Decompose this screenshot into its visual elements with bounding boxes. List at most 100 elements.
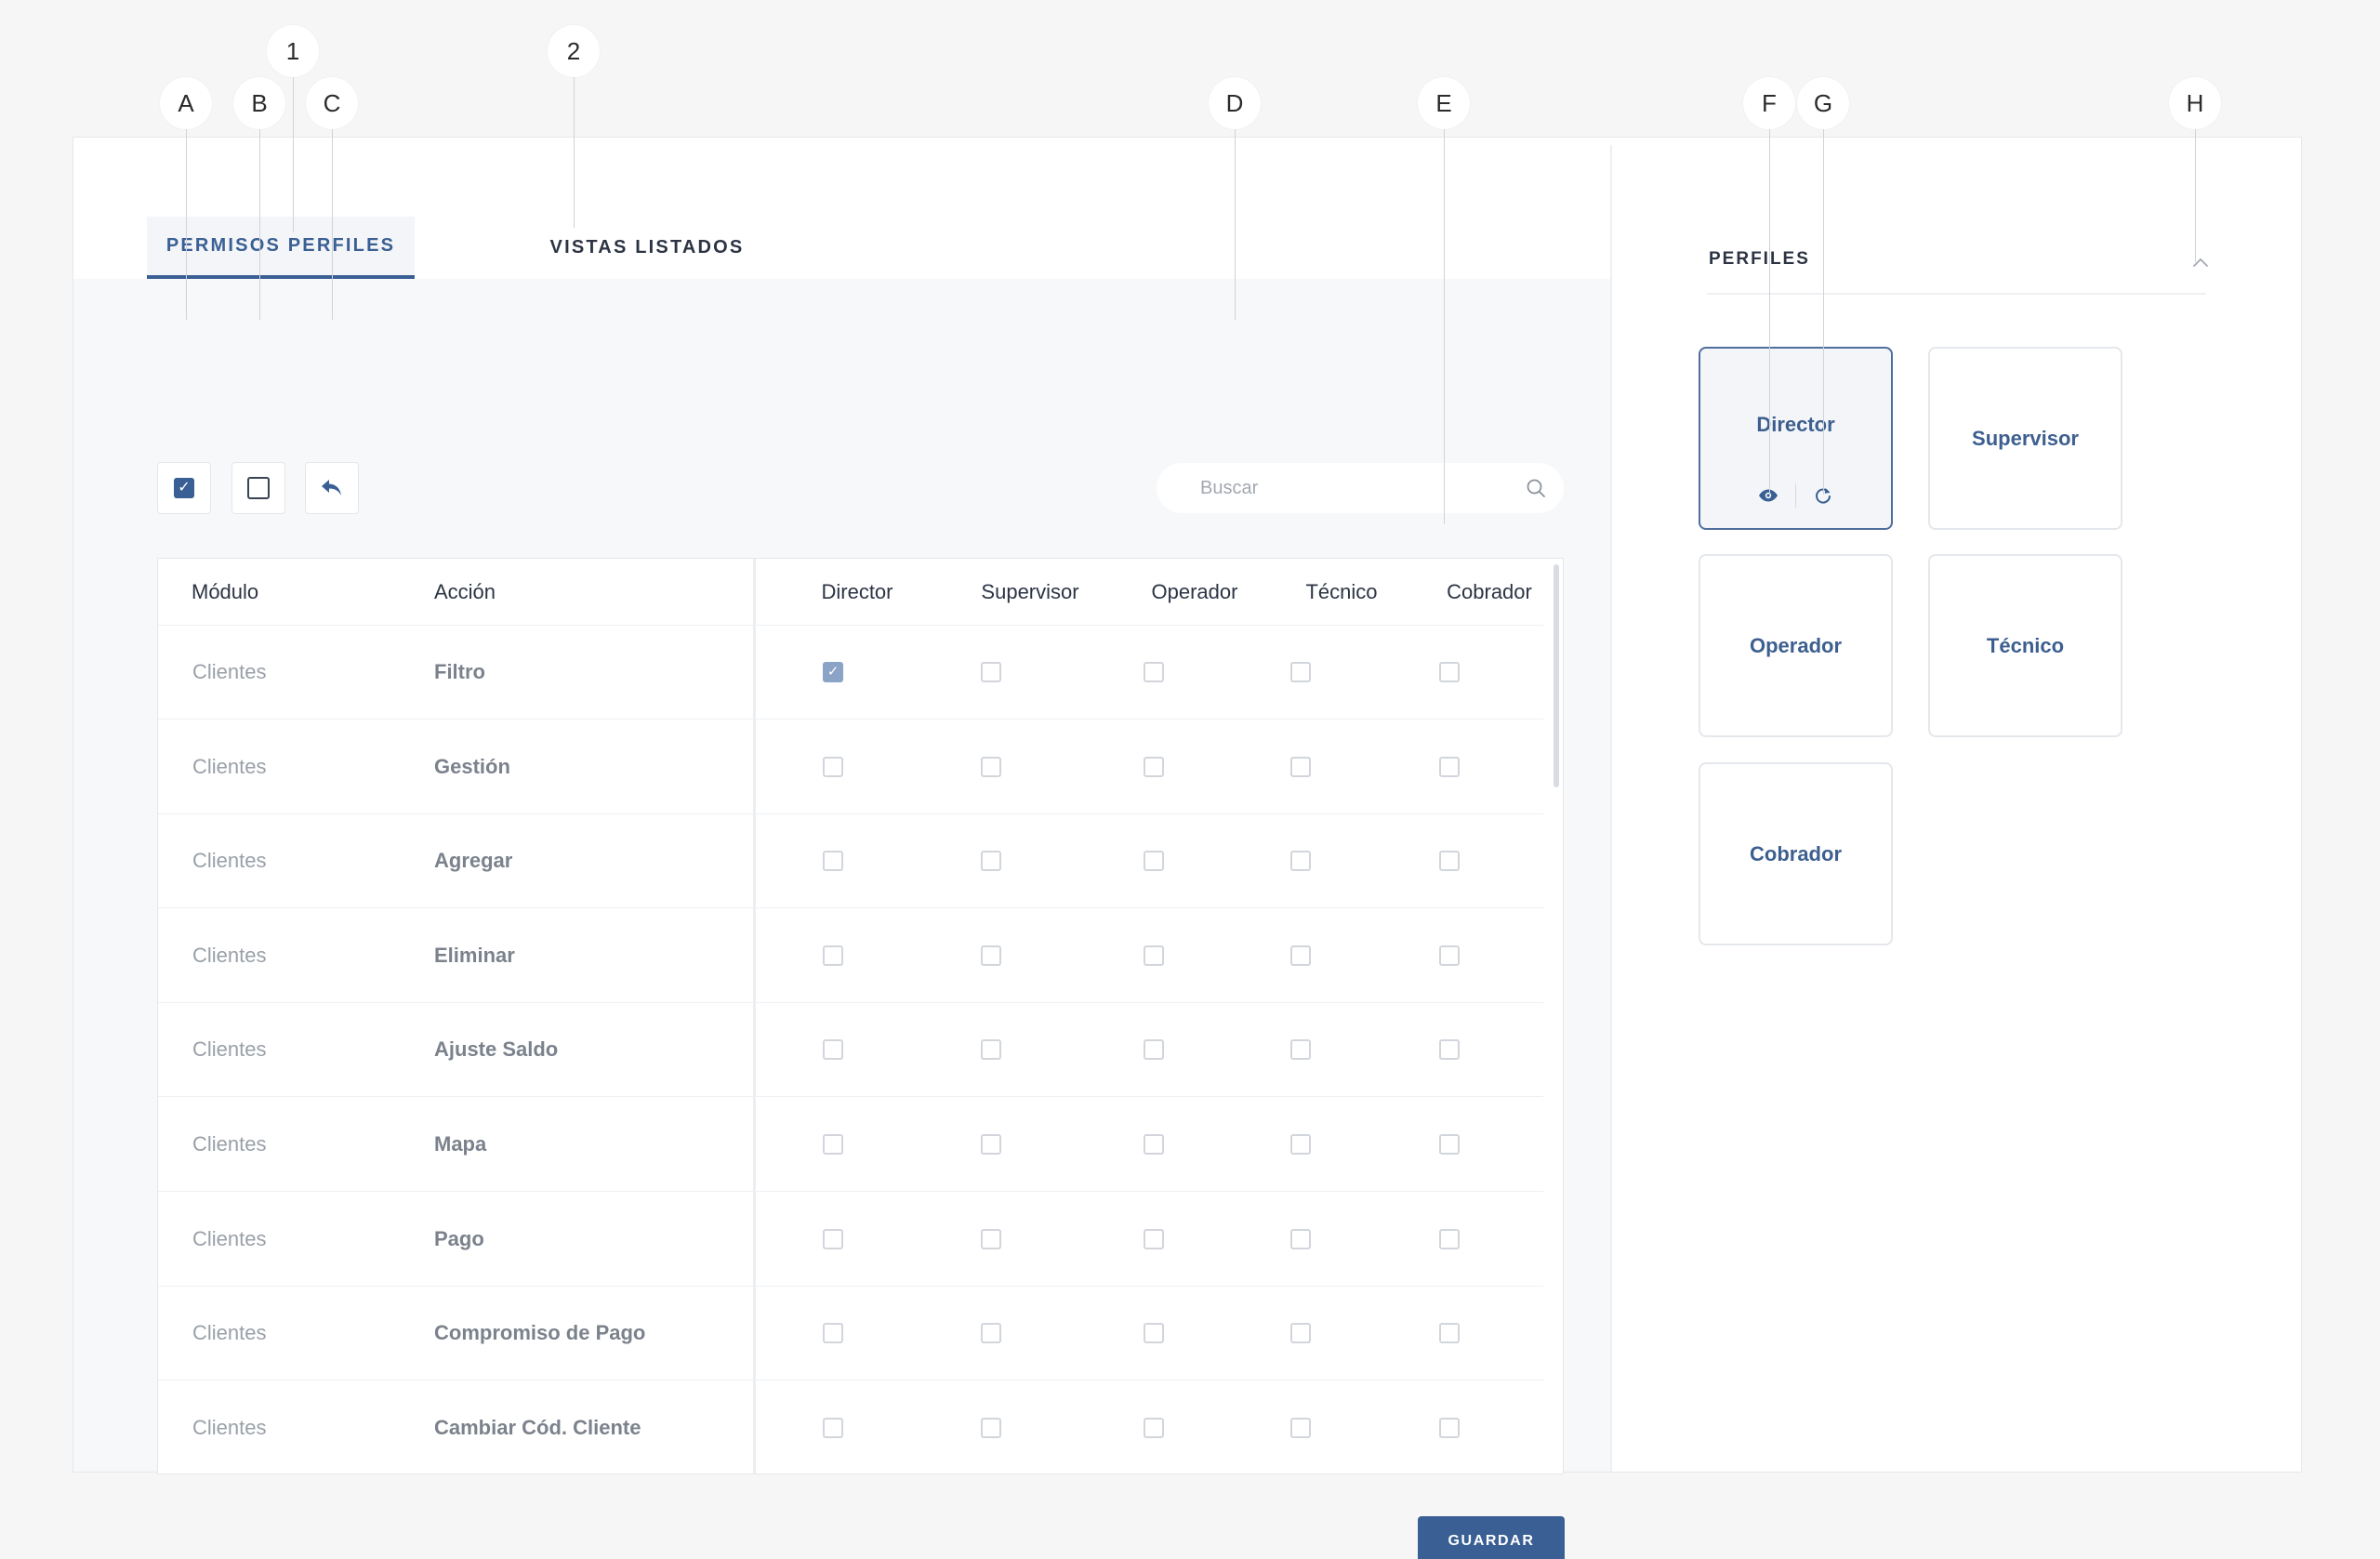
permission-checkbox[interactable] (823, 1228, 843, 1249)
permission-checkbox[interactable] (823, 945, 843, 966)
profile-card-tecnico[interactable]: Técnico (1928, 554, 2122, 737)
module-cell: Clientes (192, 943, 267, 967)
callout-line-1 (293, 77, 294, 232)
permission-checkbox[interactable] (1144, 1134, 1164, 1155)
module-cell: Clientes (192, 1132, 267, 1156)
permission-checkbox[interactable] (981, 1323, 1001, 1344)
permission-checkbox[interactable] (1290, 1134, 1311, 1155)
search-input[interactable] (1200, 477, 1525, 499)
profiles-title: PERFILES (1709, 249, 1810, 269)
permission-cell-supervisor (972, 626, 1010, 719)
callout-c: C (306, 77, 358, 129)
permission-checkbox[interactable] (823, 1323, 843, 1344)
profile-card-operador[interactable]: Operador (1699, 554, 1893, 737)
callout-line-h (2195, 129, 2196, 262)
eye-icon[interactable] (1751, 482, 1786, 509)
permission-checkbox[interactable] (981, 1418, 1001, 1439)
table-scrollbar[interactable] (1552, 564, 1561, 1468)
permission-checkbox[interactable] (981, 662, 1001, 682)
permission-cell-director: ✓ (814, 626, 852, 719)
select-all-button[interactable]: ✓ (157, 462, 211, 514)
permission-cell-operador (1135, 626, 1172, 719)
permission-checkbox[interactable]: ✓ (823, 662, 843, 682)
tab-vistas-listados[interactable]: VISTAS LISTADOS (491, 217, 803, 279)
profile-card-supervisor[interactable]: Supervisor (1928, 347, 2122, 530)
callout-line-g (1823, 129, 1824, 495)
permission-cell-tecnico (1282, 720, 1319, 813)
permission-checkbox[interactable] (1144, 1323, 1164, 1344)
search-icon[interactable] (1525, 477, 1547, 499)
save-button[interactable]: GUARDAR (1418, 1516, 1565, 1559)
profiles-divider (1707, 293, 2206, 295)
chevron-up-icon[interactable] (2188, 250, 2213, 274)
permission-checkbox[interactable] (981, 1039, 1001, 1061)
permission-checkbox[interactable] (1439, 662, 1460, 682)
table-row: Clientes Cambiar Cód. Cliente (158, 1381, 1543, 1473)
pane-divider (1610, 145, 1612, 1472)
callout-a: A (160, 77, 212, 129)
permission-checkbox[interactable] (1439, 851, 1460, 872)
permission-checkbox[interactable] (1144, 1228, 1164, 1249)
permission-checkbox[interactable] (1290, 851, 1311, 872)
undo-button[interactable] (305, 462, 359, 514)
permission-cell-operador (1135, 814, 1172, 907)
module-cell: Clientes (192, 1416, 267, 1440)
permission-checkbox[interactable] (1290, 756, 1311, 777)
permission-checkbox[interactable] (1290, 1323, 1311, 1344)
permission-checkbox[interactable] (981, 756, 1001, 777)
permission-checkbox[interactable] (1144, 1039, 1164, 1061)
permission-checkbox[interactable] (1290, 662, 1311, 682)
profile-name: Supervisor (1972, 426, 2079, 450)
permission-checkbox[interactable] (1439, 756, 1460, 777)
permission-cell-tecnico (1282, 1193, 1319, 1286)
permission-cell-tecnico (1282, 626, 1319, 719)
permission-checkbox[interactable] (1439, 1134, 1460, 1155)
permission-checkbox[interactable] (823, 1418, 843, 1439)
scrollbar-thumb[interactable] (1554, 564, 1559, 787)
permission-cell-director (814, 1003, 852, 1096)
permission-checkbox[interactable] (1144, 1418, 1164, 1439)
profile-card-director[interactable]: Director (1699, 347, 1893, 530)
permission-checkbox[interactable] (823, 1134, 843, 1155)
header-supervisor: Supervisor (981, 580, 1079, 603)
permission-cell-director (814, 1287, 852, 1380)
table-row: Clientes Compromiso de Pago (158, 1287, 1543, 1381)
permission-cell-operador (1135, 1381, 1172, 1473)
permission-checkbox[interactable] (1439, 1039, 1460, 1061)
profile-card-cobrador[interactable]: Cobrador (1699, 762, 1893, 945)
permission-cell-cobrador (1431, 1287, 1468, 1380)
permission-checkbox[interactable] (1290, 1418, 1311, 1439)
permission-checkbox[interactable] (1144, 756, 1164, 777)
permission-cell-tecnico (1282, 1098, 1319, 1191)
permission-checkbox[interactable] (1144, 851, 1164, 872)
permission-checkbox[interactable] (1439, 1323, 1460, 1344)
permission-cell-tecnico (1282, 1003, 1319, 1096)
deselect-all-button[interactable] (231, 462, 285, 514)
permission-checkbox[interactable] (981, 945, 1001, 966)
permission-cell-supervisor (972, 909, 1010, 1002)
permission-checkbox[interactable] (1439, 1228, 1460, 1249)
permission-checkbox[interactable] (1290, 945, 1311, 966)
permission-checkbox[interactable] (1439, 1418, 1460, 1439)
permission-checkbox[interactable] (981, 851, 1001, 872)
permission-cell-supervisor (972, 1098, 1010, 1191)
permission-checkbox[interactable] (1439, 945, 1460, 966)
permission-cell-operador (1135, 720, 1172, 813)
tab-permisos-perfiles[interactable]: PERMISOS PERFILES (147, 217, 415, 279)
callout-1: 1 (267, 25, 319, 77)
permission-checkbox[interactable] (1290, 1228, 1311, 1249)
permission-checkbox[interactable] (1290, 1039, 1311, 1061)
permission-cell-supervisor (972, 1381, 1010, 1473)
permission-checkbox[interactable] (823, 851, 843, 872)
permission-checkbox[interactable] (981, 1134, 1001, 1155)
permission-checkbox[interactable] (981, 1228, 1001, 1249)
table-header: Módulo Acción Director Supervisor Operad… (158, 559, 1543, 626)
profile-name: Cobrador (1750, 841, 1842, 865)
permission-checkbox[interactable] (823, 1039, 843, 1061)
permission-checkbox[interactable] (1144, 662, 1164, 682)
table-row: Clientes Ajuste Saldo (158, 1003, 1543, 1098)
permission-checkbox[interactable] (823, 756, 843, 777)
permission-checkbox[interactable] (1144, 945, 1164, 966)
header-module: Módulo (192, 580, 259, 603)
permission-cell-cobrador (1431, 1098, 1468, 1191)
